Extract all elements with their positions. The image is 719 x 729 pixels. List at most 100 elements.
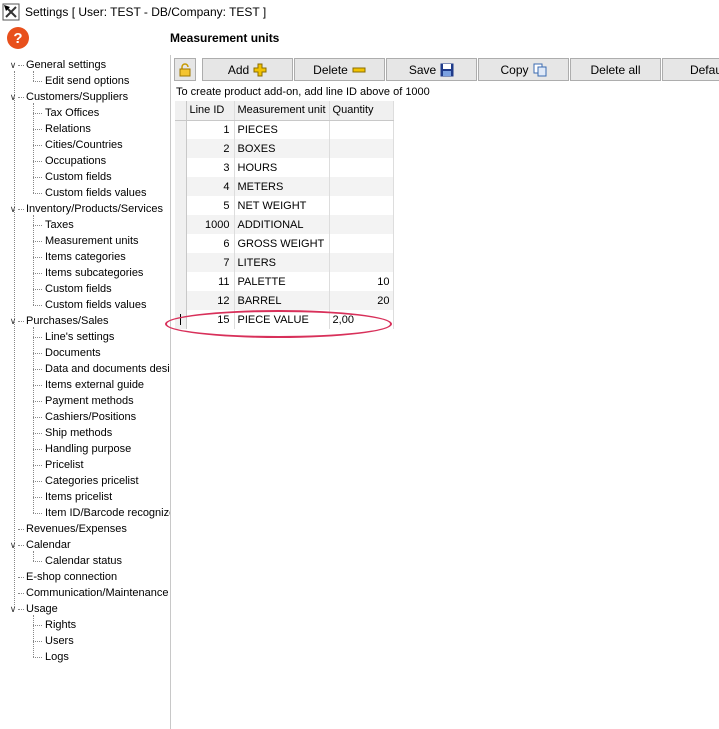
- cell-line-id[interactable]: 2: [186, 139, 235, 158]
- cell-quantity[interactable]: [329, 177, 394, 196]
- cell-quantity[interactable]: 2,00: [329, 310, 394, 329]
- row-selector[interactable]: [175, 310, 187, 329]
- tree-item[interactable]: Data and documents desi: [33, 361, 170, 377]
- cell-line-id[interactable]: 11: [186, 272, 235, 291]
- tree-item[interactable]: Handling purpose: [33, 441, 131, 457]
- cell-line-id[interactable]: 12: [186, 291, 235, 310]
- tree-item[interactable]: Measurement units: [33, 233, 139, 249]
- tree-item[interactable]: Items external guide: [33, 377, 144, 393]
- expand-toggle-icon[interactable]: ∨: [8, 316, 18, 326]
- tree-item[interactable]: ∨ General settings: [10, 57, 106, 73]
- cell-quantity[interactable]: [329, 234, 394, 253]
- tree-item[interactable]: Items pricelist: [33, 489, 112, 505]
- cell-measurement-unit[interactable]: ADDITIONAL: [234, 215, 330, 234]
- save-button[interactable]: Save: [386, 58, 477, 81]
- expand-toggle-icon[interactable]: ∨: [8, 604, 18, 614]
- cell-quantity[interactable]: [329, 139, 394, 158]
- cell-measurement-unit[interactable]: PALETTE: [234, 272, 330, 291]
- tree-item[interactable]: Custom fields values: [33, 185, 147, 201]
- cell-measurement-unit[interactable]: BOXES: [234, 139, 330, 158]
- row-selector[interactable]: [175, 196, 187, 215]
- default-button[interactable]: Defau: [662, 58, 719, 81]
- tree-item[interactable]: Calendar status: [33, 553, 122, 569]
- column-header-line-id[interactable]: Line ID: [186, 101, 235, 121]
- tree-item[interactable]: Logs: [33, 649, 69, 665]
- tree-item[interactable]: Rights: [33, 617, 76, 633]
- cell-quantity[interactable]: [329, 215, 394, 234]
- row-selector[interactable]: [175, 158, 187, 177]
- tree-item[interactable]: Ship methods: [33, 425, 112, 441]
- cell-measurement-unit[interactable]: BARREL: [234, 291, 330, 310]
- tree-item[interactable]: Items categories: [33, 249, 126, 265]
- cell-quantity[interactable]: 20: [329, 291, 394, 310]
- row-selector[interactable]: [175, 120, 187, 139]
- tree-item[interactable]: ∨ Customers/Suppliers: [10, 89, 128, 105]
- tree-item[interactable]: Revenues/Expenses: [18, 521, 127, 537]
- cell-measurement-unit[interactable]: LITERS: [234, 253, 330, 272]
- expand-toggle-icon[interactable]: ∨: [8, 204, 18, 214]
- tree-item[interactable]: ∨ Purchases/Sales: [10, 313, 109, 329]
- table-row[interactable]: 12 BARREL 20: [175, 291, 394, 310]
- cell-quantity[interactable]: 10: [329, 272, 394, 291]
- tree-item[interactable]: Documents: [33, 345, 101, 361]
- cell-quantity[interactable]: [329, 120, 394, 139]
- delete-all-button[interactable]: Delete all: [570, 58, 661, 81]
- row-selector[interactable]: [175, 139, 187, 158]
- row-selector[interactable]: [175, 253, 187, 272]
- table-row[interactable]: 1 PIECES: [175, 120, 394, 139]
- expand-toggle-icon[interactable]: ∨: [8, 92, 18, 102]
- tree-item[interactable]: Item ID/Barcode recognize: [33, 505, 170, 521]
- table-row[interactable]: 3 HOURS: [175, 158, 394, 177]
- tree-item[interactable]: Pricelist: [33, 457, 84, 473]
- cell-measurement-unit[interactable]: GROSS WEIGHT: [234, 234, 330, 253]
- cell-line-id[interactable]: 6: [186, 234, 235, 253]
- tree-item[interactable]: E-shop connection: [18, 569, 117, 585]
- tree-item[interactable]: Relations: [33, 121, 91, 137]
- row-selector[interactable]: [175, 177, 187, 196]
- tree-item[interactable]: Users: [33, 633, 74, 649]
- cell-quantity[interactable]: [329, 196, 394, 215]
- expand-toggle-icon[interactable]: ∨: [8, 60, 18, 70]
- cell-measurement-unit[interactable]: PIECE VALUE: [234, 310, 330, 329]
- lock-button[interactable]: [174, 58, 196, 81]
- tree-item[interactable]: Edit send options: [33, 73, 129, 89]
- add-button[interactable]: Add: [202, 58, 293, 81]
- row-selector[interactable]: [175, 234, 187, 253]
- table-row[interactable]: 11 PALETTE 10: [175, 272, 394, 291]
- table-row[interactable]: 4 METERS: [175, 177, 394, 196]
- delete-button[interactable]: Delete: [294, 58, 385, 81]
- tree-item[interactable]: Occupations: [33, 153, 106, 169]
- tree-item[interactable]: Tax Offices: [33, 105, 99, 121]
- tree-item[interactable]: Items subcategories: [33, 265, 143, 281]
- tree-item[interactable]: Custom fields: [33, 281, 112, 297]
- tree-item[interactable]: Line's settings: [33, 329, 114, 345]
- column-header-measurement-unit[interactable]: Measurement unit: [234, 101, 330, 121]
- tree-item[interactable]: Custom fields: [33, 169, 112, 185]
- table-row[interactable]: 1000 ADDITIONAL: [175, 215, 394, 234]
- table-row[interactable]: 5 NET WEIGHT: [175, 196, 394, 215]
- cell-line-id[interactable]: 7: [186, 253, 235, 272]
- table-row[interactable]: 2 BOXES: [175, 139, 394, 158]
- help-icon[interactable]: ?: [7, 27, 29, 49]
- tree-item[interactable]: Categories pricelist: [33, 473, 139, 489]
- tree-item[interactable]: Cashiers/Positions: [33, 409, 136, 425]
- row-selector[interactable]: [175, 215, 187, 234]
- column-header-quantity[interactable]: Quantity: [329, 101, 394, 121]
- expand-toggle-icon[interactable]: ∨: [8, 540, 18, 550]
- cell-line-id[interactable]: 5: [186, 196, 235, 215]
- cell-line-id[interactable]: 4: [186, 177, 235, 196]
- tree-item[interactable]: Payment methods: [33, 393, 134, 409]
- cell-quantity[interactable]: [329, 158, 394, 177]
- cell-measurement-unit[interactable]: HOURS: [234, 158, 330, 177]
- row-selector[interactable]: [175, 291, 187, 310]
- cell-measurement-unit[interactable]: PIECES: [234, 120, 330, 139]
- tree-item[interactable]: ∨ Inventory/Products/Services: [10, 201, 163, 217]
- cell-line-id[interactable]: 15: [186, 310, 235, 329]
- tree-item[interactable]: Custom fields values: [33, 297, 147, 313]
- tree-item[interactable]: Cities/Countries: [33, 137, 123, 153]
- tree-item[interactable]: Taxes: [33, 217, 74, 233]
- tree-item[interactable]: Communication/Maintenance: [18, 585, 168, 601]
- tree-item[interactable]: ∨ Usage: [10, 601, 58, 617]
- cell-line-id[interactable]: 1000: [186, 215, 235, 234]
- cell-measurement-unit[interactable]: METERS: [234, 177, 330, 196]
